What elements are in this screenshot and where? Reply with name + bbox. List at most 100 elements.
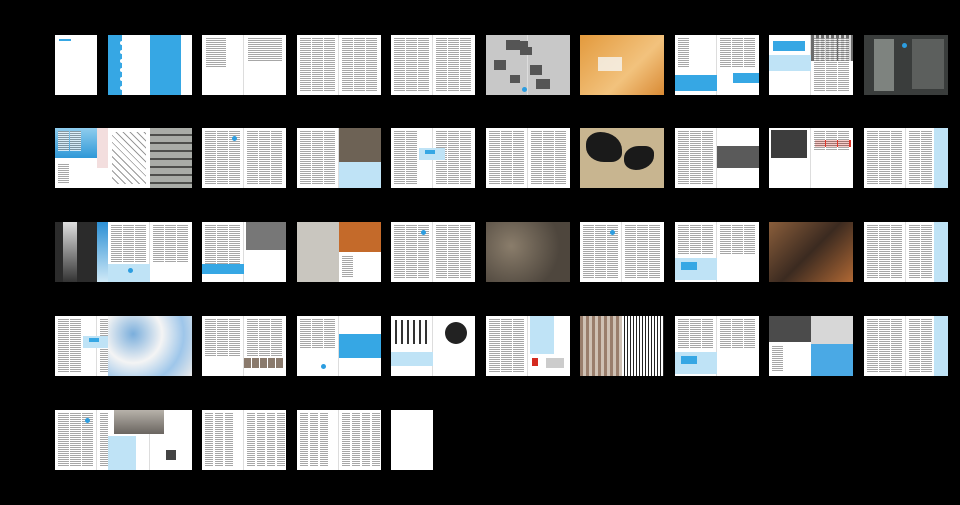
page-spread-thumbnail[interactable] — [108, 316, 192, 376]
page-spread-thumbnail[interactable] — [769, 316, 853, 376]
blue-dot — [321, 364, 326, 369]
page-spread-thumbnail[interactable] — [769, 222, 853, 282]
page-spread-thumbnail[interactable] — [202, 128, 286, 188]
page-spread-thumbnail[interactable] — [864, 128, 948, 188]
text-column — [921, 319, 932, 373]
collage-photo — [520, 47, 532, 55]
page-spread-thumbnail[interactable] — [675, 35, 759, 95]
page-spread-thumbnail[interactable] — [391, 316, 475, 376]
page-spread-thumbnail[interactable] — [391, 35, 475, 95]
text-column — [217, 319, 228, 357]
text-column — [921, 131, 932, 185]
page-spread-thumbnail[interactable] — [486, 35, 570, 95]
page-spread-thumbnail[interactable] — [202, 316, 286, 376]
text-column — [366, 38, 377, 92]
blue-sidebar — [934, 128, 948, 188]
blue-box — [391, 352, 433, 366]
page-spread-thumbnail[interactable] — [580, 35, 664, 95]
text-column — [394, 225, 405, 279]
text-column — [690, 225, 701, 255]
collage-photo — [506, 40, 520, 50]
page-spread-thumbnail[interactable] — [864, 222, 948, 282]
room-photo — [339, 128, 381, 162]
band-notch — [120, 41, 124, 45]
text-column — [229, 319, 240, 357]
page-spread-thumbnail[interactable] — [864, 316, 948, 376]
index-column — [310, 413, 318, 467]
text-column — [678, 131, 689, 185]
page-spread-thumbnail[interactable] — [580, 128, 664, 188]
text-column — [814, 131, 825, 151]
text-column — [135, 225, 146, 263]
band-notch — [120, 50, 124, 54]
page-spread-thumbnail[interactable] — [391, 128, 475, 188]
index-column — [205, 413, 213, 467]
blue-dot — [232, 136, 237, 141]
page-gutter — [338, 410, 339, 470]
page-spread-thumbnail[interactable] — [769, 128, 853, 188]
text-column — [814, 38, 825, 92]
blue-sidebar — [530, 316, 554, 354]
page-spread-thumbnail[interactable] — [675, 128, 759, 188]
index-column — [257, 413, 265, 467]
page-spread-thumbnail[interactable] — [675, 316, 759, 376]
page-spread-thumbnail[interactable] — [391, 410, 433, 470]
band-notch — [120, 86, 124, 90]
text-column — [909, 319, 920, 373]
page-spread-thumbnail[interactable] — [108, 128, 192, 188]
blue-building — [811, 344, 853, 376]
page-spread-thumbnail[interactable] — [391, 222, 475, 282]
page-spread-thumbnail[interactable] — [202, 410, 286, 470]
text-column — [436, 38, 447, 92]
blue-mark — [681, 262, 697, 270]
page-spread-thumbnail[interactable] — [580, 316, 664, 376]
ink-shape — [624, 146, 654, 170]
page-spread-thumbnail[interactable] — [297, 128, 381, 188]
blue-sidebar — [934, 316, 948, 376]
text-column — [271, 319, 282, 357]
page-spread-thumbnail[interactable] — [108, 35, 192, 95]
text-column — [772, 346, 783, 372]
text-column — [70, 413, 81, 467]
text-column — [826, 131, 837, 151]
bw-photo — [769, 316, 811, 342]
dome-photo — [811, 316, 853, 344]
page-spread-thumbnail[interactable] — [580, 222, 664, 282]
page-spread-thumbnail[interactable] — [108, 222, 192, 282]
text-column — [891, 319, 902, 373]
page-spread-thumbnail[interactable] — [202, 222, 286, 282]
page-spread-thumbnail[interactable] — [297, 316, 381, 376]
page-spread-thumbnail[interactable] — [486, 316, 570, 376]
page-gutter — [432, 222, 433, 282]
page-spread-thumbnail[interactable] — [55, 35, 97, 95]
index-column — [300, 413, 308, 467]
blue-panel — [108, 264, 150, 282]
page-spread-thumbnail[interactable] — [108, 410, 192, 470]
page-spread-thumbnail[interactable] — [297, 35, 381, 95]
page-spread-thumbnail[interactable] — [297, 222, 381, 282]
tower-photo — [874, 39, 894, 91]
grid-photo — [395, 320, 429, 344]
text-column — [531, 131, 542, 185]
page-spread-thumbnail[interactable] — [864, 35, 948, 95]
blue-image — [675, 75, 717, 91]
page-spread-thumbnail[interactable] — [486, 128, 570, 188]
text-column — [394, 131, 405, 185]
page-spread-thumbnail[interactable] — [675, 222, 759, 282]
page-spread-thumbnail[interactable] — [486, 222, 570, 282]
page-spread-thumbnail[interactable] — [202, 35, 286, 95]
page-gutter — [243, 128, 244, 188]
portrait-photo — [260, 358, 267, 368]
text-column — [354, 38, 365, 92]
page-spread-thumbnail[interactable] — [769, 35, 853, 95]
text-column — [838, 131, 849, 151]
page-gutter — [432, 35, 433, 95]
text-column — [909, 225, 920, 279]
interior-photo — [297, 222, 339, 282]
text-column — [678, 319, 689, 349]
text-column — [826, 38, 837, 92]
text-column — [394, 38, 405, 92]
page-spread-thumbnail[interactable] — [297, 410, 381, 470]
text-column — [702, 225, 713, 255]
page-gutter — [96, 410, 97, 470]
